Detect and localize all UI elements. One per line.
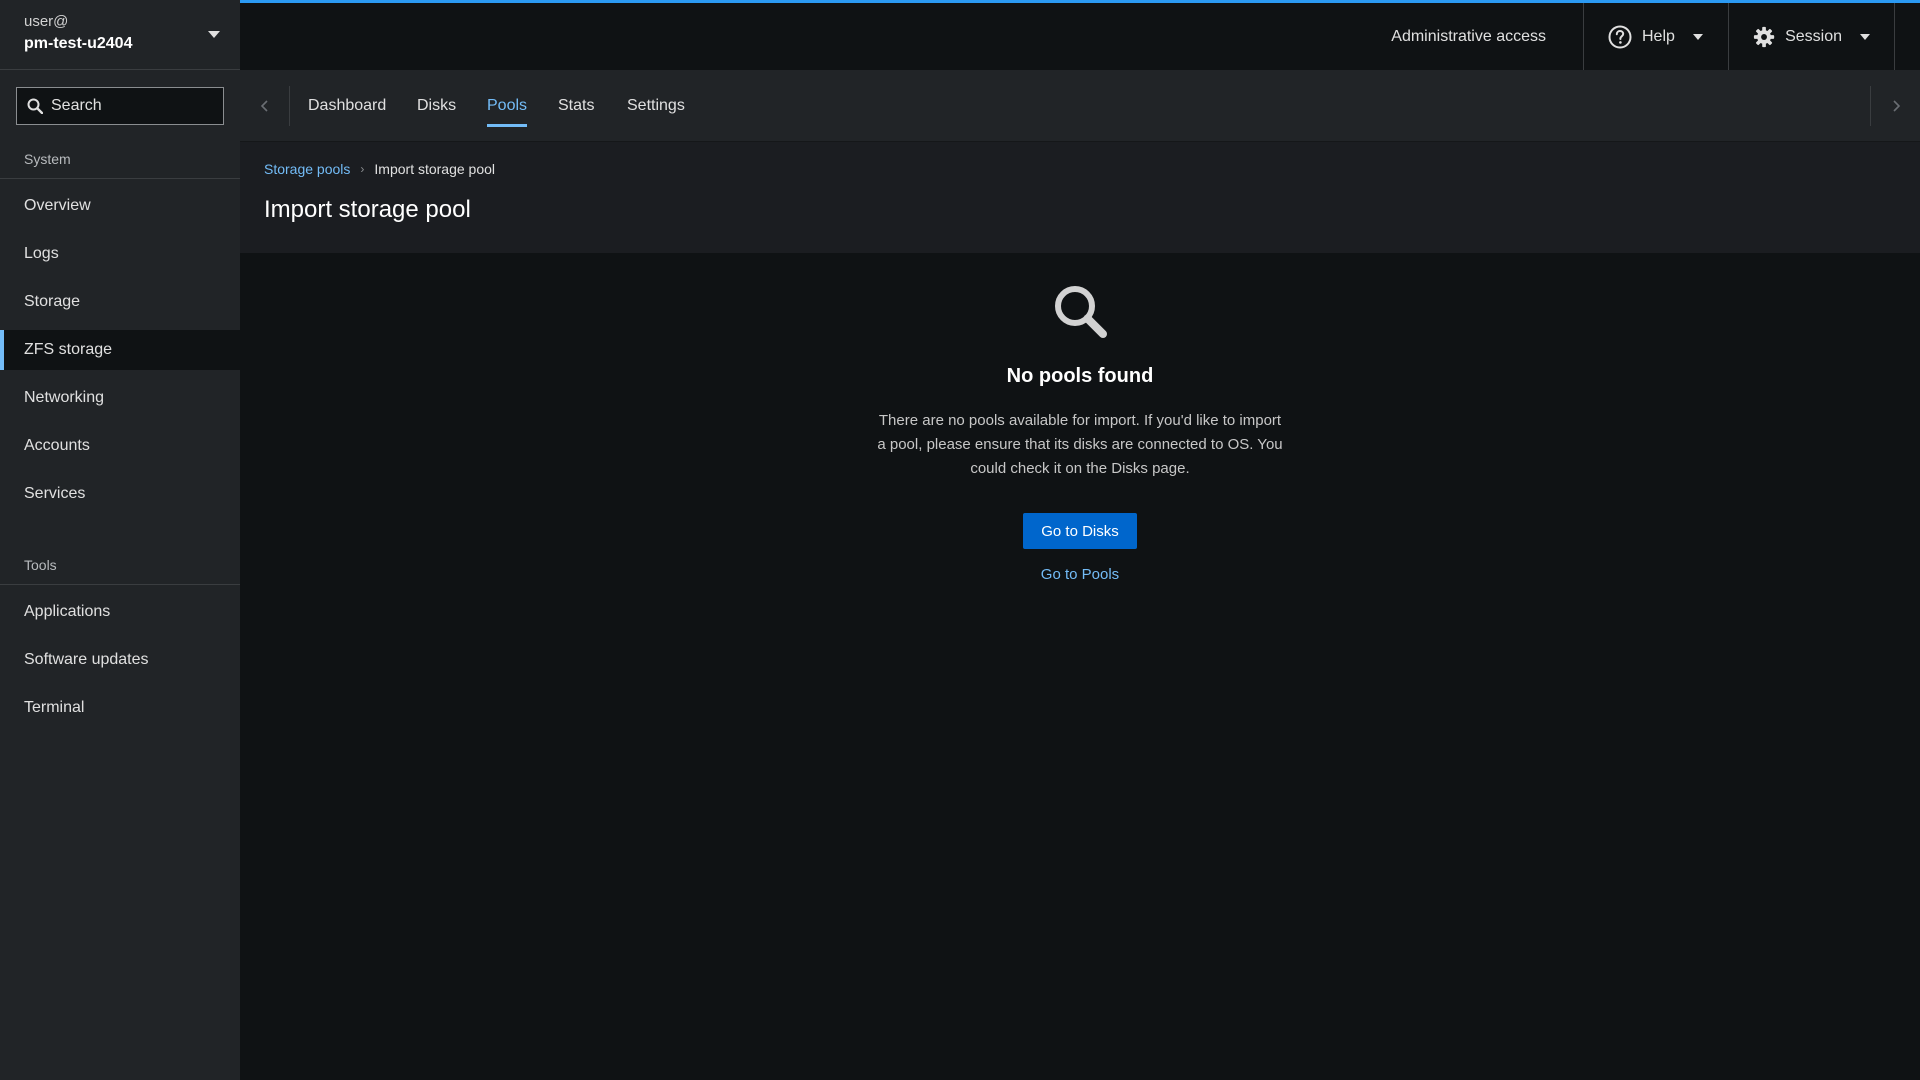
chevron-left-icon — [260, 100, 268, 112]
page-header: Storage pools › Import storage pool Impo… — [240, 142, 1920, 253]
chevron-right-icon: › — [360, 162, 365, 176]
nav-item-overview[interactable]: Overview — [0, 186, 240, 226]
host-switcher[interactable]: user@ pm-test-u2404 — [0, 0, 240, 70]
nav-divider — [0, 178, 240, 179]
go-to-pools-label[interactable]: Go to Pools — [1041, 566, 1119, 583]
gear-icon — [1753, 26, 1775, 47]
nav-item-accounts[interactable]: Accounts — [0, 426, 240, 466]
nav-item-applications[interactable]: Applications — [0, 592, 240, 632]
breadcrumb-storage-pools-link[interactable]: Storage pools — [264, 161, 350, 177]
nav-item-terminal[interactable]: Terminal — [0, 688, 240, 728]
tab-pools[interactable]: Pools — [487, 70, 528, 142]
tabs-bar: Dashboard Disks Pools Stats Settings — [240, 70, 1920, 142]
nav-item-networking[interactable]: Networking — [0, 378, 240, 418]
session-menu-button[interactable]: Session — [1728, 3, 1895, 70]
caret-down-icon — [1692, 33, 1703, 40]
search-icon — [1055, 286, 1107, 338]
tab-disks[interactable]: Disks — [417, 70, 456, 142]
session-label: Session — [1785, 27, 1842, 45]
go-to-disks-button[interactable]: Go to Disks — [1023, 513, 1137, 549]
go-to-pools-link: Go to Pools — [240, 566, 1920, 583]
caret-down-icon[interactable] — [208, 31, 220, 38]
nav-divider — [0, 584, 240, 585]
page-title: Import storage pool — [264, 196, 471, 223]
tab-scroll-left-button[interactable] — [240, 86, 290, 126]
sidebar: user@ pm-test-u2404 System Overview Logs… — [0, 0, 240, 1080]
tab-settings[interactable]: Settings — [627, 70, 685, 142]
chevron-right-icon — [1892, 100, 1900, 112]
empty-state-title: No pools found — [1006, 365, 1154, 387]
search-input[interactable] — [51, 97, 221, 115]
nav-section-tools: Tools — [24, 557, 57, 573]
breadcrumb-current: Import storage pool — [374, 161, 496, 177]
search-box[interactable] — [16, 87, 224, 125]
administrative-access-button[interactable]: Administrative access — [1359, 3, 1578, 70]
nav-item-storage[interactable]: Storage — [0, 282, 240, 322]
tab-scroll-right-button[interactable] — [1870, 86, 1920, 126]
empty-state-body: There are no pools available for import.… — [877, 412, 1283, 477]
caret-down-icon — [1860, 33, 1870, 40]
host-name: pm-test-u2404 — [24, 35, 133, 52]
masthead: Administrative access Help Session — [240, 0, 1920, 70]
host-user: user@ — [24, 13, 69, 30]
nav-item-logs[interactable]: Logs — [0, 234, 240, 274]
nav-section-system: System — [24, 151, 71, 167]
breadcrumb: Storage pools › Import storage pool — [264, 161, 495, 177]
nav-item-services[interactable]: Services — [0, 474, 240, 514]
help-label: Help — [1642, 27, 1675, 45]
nav-item-software-updates[interactable]: Software updates — [0, 640, 240, 680]
tab-stats[interactable]: Stats — [558, 70, 594, 142]
help-menu-button[interactable]: Help — [1583, 3, 1728, 70]
nav-item-zfs-storage[interactable]: ZFS storage — [0, 330, 240, 370]
search-icon — [27, 98, 43, 114]
tab-dashboard[interactable]: Dashboard — [308, 70, 386, 142]
help-icon — [1608, 25, 1632, 48]
